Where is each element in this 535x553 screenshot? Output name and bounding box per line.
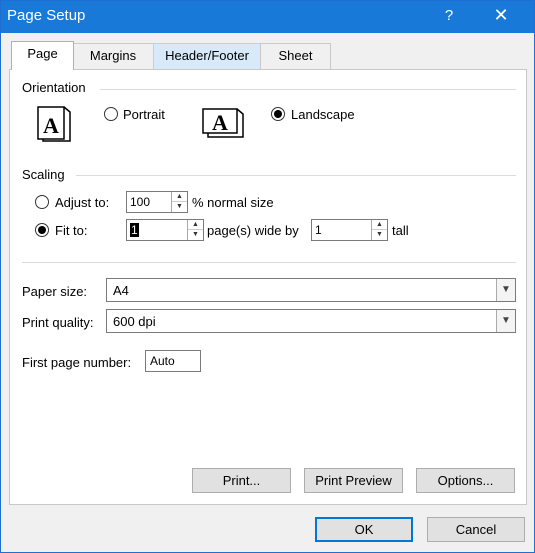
chevron-down-icon[interactable]: ▼: [496, 279, 515, 301]
portrait-label[interactable]: Portrait: [123, 107, 165, 122]
tab-header-footer[interactable]: Header/Footer: [153, 43, 261, 69]
print-quality-label: Print quality:: [22, 315, 94, 330]
adjust-to-label[interactable]: Adjust to:: [55, 195, 109, 210]
cancel-button[interactable]: Cancel: [427, 517, 525, 542]
orientation-divider: [100, 89, 516, 90]
portrait-radio[interactable]: [104, 107, 118, 121]
options-button[interactable]: Options...: [416, 468, 515, 493]
fit-wide-spinner[interactable]: 1 ▲ ▼: [126, 219, 204, 241]
print-quality-select[interactable]: 600 dpi ▼: [106, 309, 516, 333]
tab-page[interactable]: Page: [11, 41, 74, 70]
print-preview-button[interactable]: Print Preview: [304, 468, 403, 493]
tab-margins[interactable]: Margins: [72, 43, 154, 69]
ok-button[interactable]: OK: [315, 517, 413, 542]
svg-text:A: A: [43, 113, 59, 138]
paper-size-select[interactable]: A4 ▼: [106, 278, 516, 302]
fit-to-label[interactable]: Fit to:: [55, 223, 88, 238]
spin-up-icon[interactable]: ▲: [188, 220, 203, 230]
adjust-to-value[interactable]: 100: [130, 195, 150, 209]
tab-sheet[interactable]: Sheet: [260, 43, 331, 69]
fit-tall-value[interactable]: 1: [315, 223, 322, 237]
landscape-radio[interactable]: [271, 107, 285, 121]
adjust-to-spinner[interactable]: 100 ▲ ▼: [126, 191, 188, 213]
help-button[interactable]: ?: [443, 7, 455, 24]
fit-tall-suffix: tall: [392, 223, 409, 238]
fit-wide-spin-buttons[interactable]: ▲ ▼: [187, 220, 203, 240]
page-setup-dialog: Page Setup ? ✕ Margins Header/Footer She…: [0, 0, 535, 553]
orientation-heading: Orientation: [22, 80, 86, 95]
first-page-number-label: First page number:: [22, 355, 132, 370]
spin-up-icon[interactable]: ▲: [372, 220, 387, 230]
fit-to-radio[interactable]: [35, 223, 49, 237]
spin-down-icon[interactable]: ▼: [172, 202, 187, 212]
fit-tall-spin-buttons[interactable]: ▲ ▼: [371, 220, 387, 240]
chevron-down-icon[interactable]: ▼: [496, 310, 515, 332]
svg-text:A: A: [212, 110, 228, 135]
landscape-label[interactable]: Landscape: [291, 107, 355, 122]
page-tab-panel: Orientation A Portrait A Landscape Scali…: [9, 69, 527, 505]
scaling-divider: [76, 175, 516, 176]
fit-wide-suffix: page(s) wide by: [207, 223, 299, 238]
paper-size-value[interactable]: A4: [113, 283, 129, 298]
paper-size-label: Paper size:: [22, 284, 88, 299]
first-page-number-value[interactable]: Auto: [150, 354, 175, 368]
spin-up-icon[interactable]: ▲: [172, 192, 187, 202]
scaling-bottom-divider: [22, 262, 516, 263]
fit-tall-spinner[interactable]: 1 ▲ ▼: [311, 219, 388, 241]
first-page-number-input[interactable]: Auto: [145, 350, 201, 372]
landscape-page-icon: A: [202, 108, 244, 138]
title-bar: Page Setup ? ✕: [1, 1, 534, 33]
adjust-to-suffix: % normal size: [192, 195, 274, 210]
spin-down-icon[interactable]: ▼: [188, 230, 203, 240]
print-quality-value[interactable]: 600 dpi: [113, 314, 156, 329]
close-button[interactable]: ✕: [493, 5, 509, 26]
adjust-to-radio[interactable]: [35, 195, 49, 209]
dialog-title: Page Setup: [7, 7, 86, 24]
scaling-heading: Scaling: [22, 167, 65, 182]
fit-wide-value[interactable]: 1: [130, 223, 139, 237]
print-button[interactable]: Print...: [192, 468, 291, 493]
spin-down-icon[interactable]: ▼: [372, 230, 387, 240]
adjust-to-spin-buttons[interactable]: ▲ ▼: [171, 192, 187, 212]
portrait-page-icon: A: [37, 106, 71, 142]
